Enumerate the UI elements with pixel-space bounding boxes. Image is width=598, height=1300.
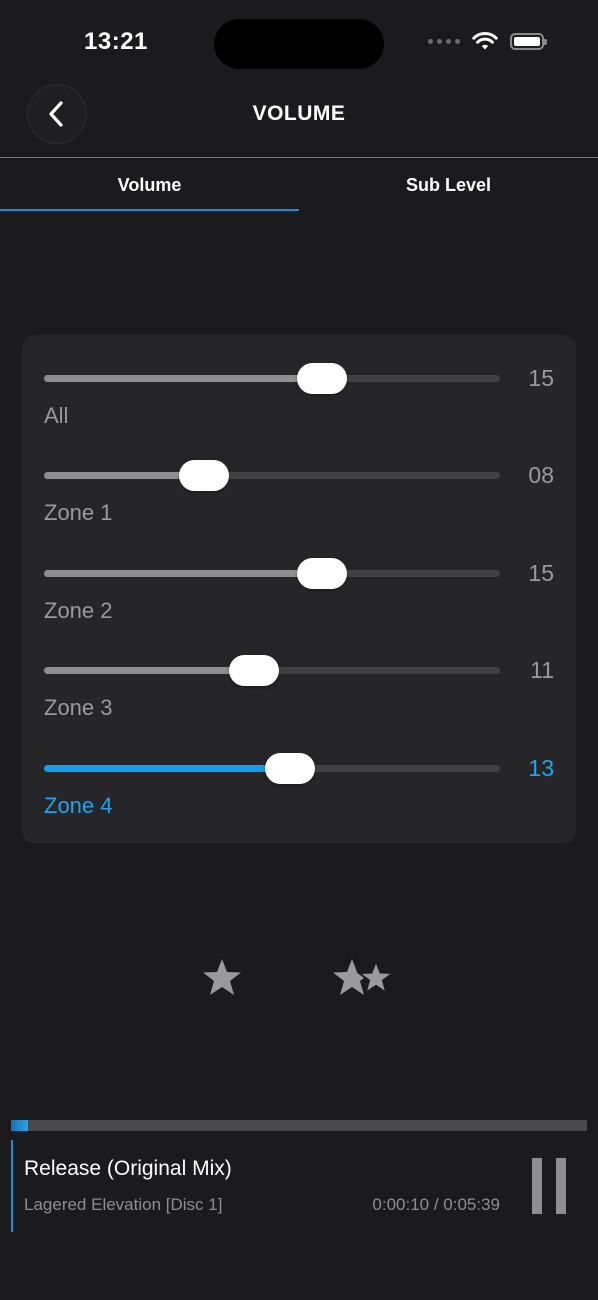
pause-icon [556,1158,566,1214]
track-title: Release (Original Mix) [24,1157,232,1180]
zone-value: 15 [528,365,554,391]
volume-slider[interactable] [44,753,500,784]
zone-label: Zone 3 [44,695,113,720]
track-time: 0:00:10 / 0:05:39 [372,1195,500,1214]
volume-screen: 13:21 VOLUME Volume Sub Level 15 All 08 … [0,0,598,1300]
volume-card: 15 All 08 Zone 1 15 Zone 2 11 Zone 3 13 … [22,335,576,843]
status-icons [428,32,547,51]
track-album: Lagered Elevation [Disc 1] [24,1195,223,1214]
slider-fill [44,765,291,772]
zone-row-1: 08 Zone 1 [22,432,576,529]
slider-fill [44,570,323,577]
slider-thumb[interactable] [178,460,229,491]
player-accent-line [11,1140,13,1232]
slider-thumb[interactable] [297,558,348,589]
zone-value: 11 [530,657,554,683]
zone-row-2: 15 Zone 2 [22,530,576,627]
tab-volume[interactable]: Volume [0,160,299,210]
slider-fill [44,667,254,674]
favorite-button[interactable] [200,955,244,1004]
tab-sub-level[interactable]: Sub Level [299,160,598,210]
zone-row-3: 11 Zone 3 [22,627,576,724]
slider-thumb[interactable] [228,655,279,686]
zone-row-all: 15 All [22,335,576,432]
zone-row-4: 13 Zone 4 [22,725,576,822]
active-tab-indicator [0,209,299,211]
volume-slider[interactable] [44,558,500,589]
volume-slider[interactable] [44,363,500,394]
zone-label: Zone 2 [44,598,113,623]
zone-label: Zone 1 [44,500,113,525]
pause-button[interactable] [530,1158,568,1214]
battery-icon [510,33,547,50]
zone-label: All [44,403,69,428]
star-icon [203,959,241,995]
double-star-icon [333,958,396,996]
zone-value: 15 [528,560,554,586]
header-divider [0,157,598,158]
playback-progress-bar[interactable] [11,1120,587,1131]
pause-icon [532,1158,542,1214]
slider-thumb[interactable] [265,753,316,784]
volume-slider[interactable] [44,655,500,686]
slider-fill [44,375,323,382]
double-favorite-button[interactable] [330,955,398,1004]
zone-label: Zone 4 [44,793,113,818]
slider-thumb[interactable] [297,363,348,394]
cellular-signal-icon [428,39,460,44]
volume-slider[interactable] [44,460,500,491]
page-title: VOLUME [252,102,346,125]
playback-progress-fill [11,1120,29,1131]
wifi-icon [472,32,498,50]
zone-value: 08 [528,462,554,488]
zone-value: 13 [528,755,554,781]
status-time: 13:21 [84,28,148,55]
dynamic-island [214,19,384,69]
